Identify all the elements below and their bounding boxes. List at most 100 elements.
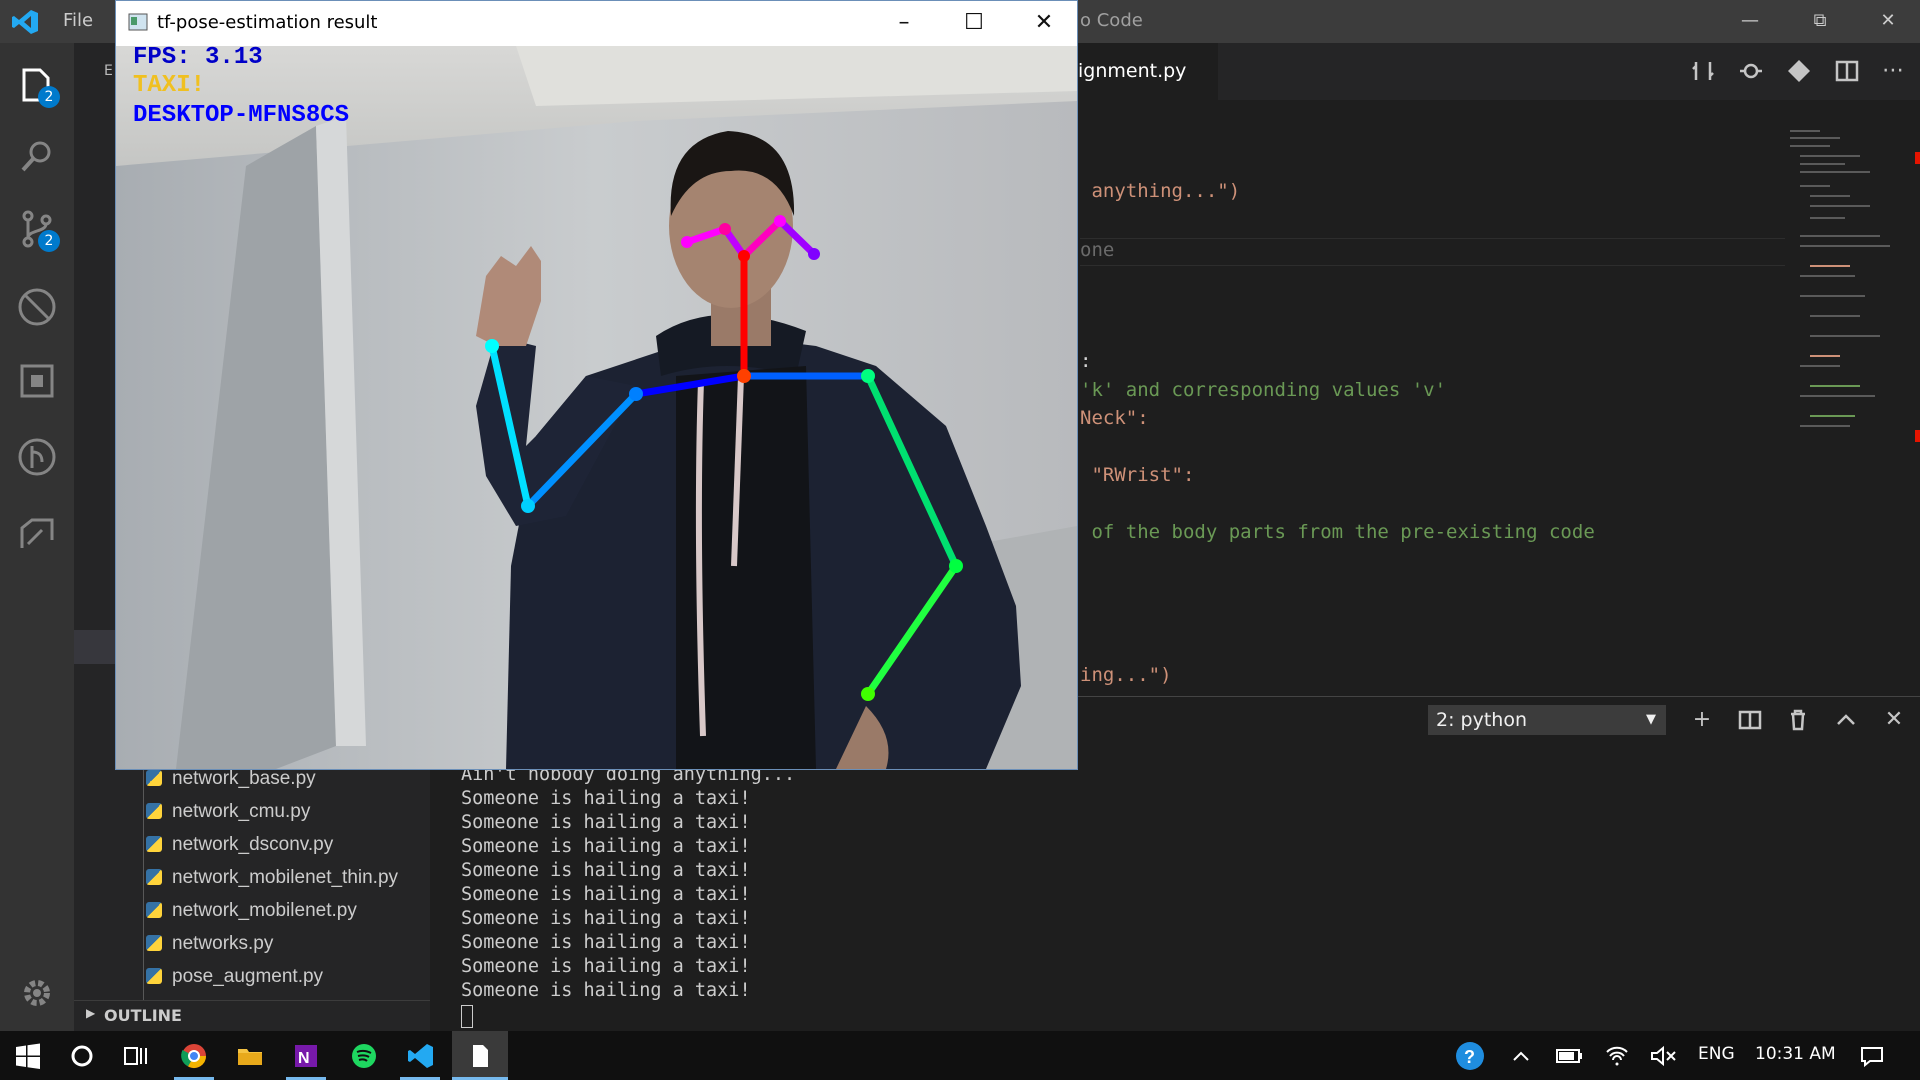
file-explorer-icon[interactable] [230, 1036, 270, 1076]
status-overlay: TAXI! [133, 72, 206, 99]
code-line: "RWrist": [1080, 464, 1195, 486]
scrollbar-error-marker [1915, 152, 1920, 164]
current-line-highlight [1080, 238, 1785, 266]
vscode-taskbar-icon[interactable] [400, 1036, 440, 1076]
editor-tab-active[interactable]: ignment.py ✕ [1078, 43, 1218, 139]
search-icon[interactable] [14, 134, 60, 180]
tree-indent-guide [143, 760, 144, 1000]
file-item[interactable]: pose_augment.py [146, 962, 323, 992]
window-title: o Code [1080, 10, 1143, 31]
new-terminal-icon[interactable]: + [1688, 706, 1716, 734]
explorer-badge: 2 [38, 86, 60, 108]
file-name: network_cmu.py [172, 801, 311, 822]
spotify-icon[interactable] [344, 1036, 384, 1076]
file-name: networks.py [172, 933, 274, 954]
source-control-icon[interactable]: 2 [14, 206, 60, 252]
code-line: ing...") [1080, 664, 1172, 686]
wifi-icon[interactable] [1597, 1036, 1637, 1076]
gitlens-icon[interactable] [14, 434, 60, 480]
action-center-icon[interactable] [1852, 1036, 1892, 1076]
file-name: pose_augment.py [172, 966, 324, 987]
chevron-up-icon[interactable] [1501, 1036, 1541, 1076]
fps-overlay: FPS: 3.13 [133, 46, 263, 71]
outline-section[interactable]: ▶ OUTLINE [74, 1000, 430, 1031]
scm-badge: 2 [38, 230, 60, 252]
pose-close-button[interactable]: ✕ [1024, 8, 1064, 38]
windows-start-icon[interactable] [8, 1036, 48, 1076]
minimap[interactable] [1790, 125, 1900, 455]
menu-file[interactable]: File [63, 10, 93, 31]
git-branch-icon[interactable] [1786, 58, 1812, 84]
restore-button[interactable]: ⧉ [1800, 6, 1840, 36]
split-editor-icon[interactable] [1834, 58, 1860, 84]
pose-window-title: tf-pose-estimation result [157, 12, 378, 33]
svg-text:N: N [298, 1050, 310, 1067]
code-line: anything...") [1080, 180, 1241, 202]
chrome-icon[interactable] [174, 1036, 214, 1076]
minimize-button[interactable]: — [1730, 6, 1770, 36]
split-terminal-icon[interactable] [1736, 706, 1764, 734]
battery-icon[interactable] [1549, 1036, 1589, 1076]
settings-gear-icon[interactable] [14, 970, 60, 1016]
file-name: network_base.py [172, 768, 316, 789]
onenote-icon[interactable]: N [286, 1036, 326, 1076]
volume-muted-icon[interactable] [1642, 1036, 1682, 1076]
code-line: Neck": [1080, 407, 1149, 429]
vscode-logo-icon [12, 10, 38, 34]
compare-changes-icon[interactable] [1690, 58, 1716, 84]
task-view-icon[interactable] [116, 1036, 156, 1076]
explorer-header: E [104, 63, 113, 79]
python-window-icon[interactable] [460, 1036, 500, 1076]
file-item[interactable]: networks.py [146, 929, 273, 959]
file-name: network_mobilenet_thin.py [172, 867, 399, 888]
code-line: 'k' and corresponding values 'v' [1080, 379, 1447, 401]
help-icon[interactable]: ? [1450, 1036, 1490, 1076]
terminal-line: Someone is hailing a taxi! [461, 980, 751, 1001]
outline-label: OUTLINE [104, 1006, 182, 1025]
file-name: network_dsconv.py [172, 834, 334, 855]
open-changes-icon[interactable] [1738, 58, 1764, 84]
trash-icon[interactable] [1784, 706, 1812, 734]
python-file-icon [146, 836, 162, 852]
clock[interactable]: 10:31 AM [1755, 1044, 1836, 1064]
code-line: : [1080, 350, 1092, 372]
terminal-line: Someone is hailing a taxi! [461, 956, 751, 977]
app-window-icon [128, 13, 148, 31]
terminal-line: Someone is hailing a taxi! [461, 932, 751, 953]
file-item[interactable]: network_mobilenet.py [146, 896, 357, 926]
dropdown-caret-icon: ▼ [1646, 712, 1656, 727]
debug-icon[interactable] [14, 284, 60, 330]
file-item[interactable]: network_dsconv.py [146, 830, 333, 860]
host-overlay: DESKTOP-MFNS8CS [133, 102, 350, 129]
extensions-icon[interactable] [14, 358, 60, 404]
scrollbar-error-marker [1915, 430, 1920, 442]
camera-frame: FPS: 3.13 TAXI! DESKTOP-MFNS8CS [116, 46, 1077, 769]
svg-text:?: ? [1464, 1047, 1475, 1067]
close-panel-icon[interactable]: ✕ [1880, 706, 1908, 734]
file-item[interactable]: network_mobilenet_thin.py [146, 863, 398, 893]
python-file-icon [146, 968, 162, 984]
code-line: one [1080, 239, 1115, 261]
file-name: network_mobilenet.py [172, 900, 357, 921]
pose-maximize-button[interactable]: ☐ [954, 8, 994, 38]
terminal-select-value: 2: python [1436, 709, 1527, 731]
camera-image [116, 46, 1077, 769]
terminal-select[interactable]: 2: python ▼ [1428, 705, 1666, 735]
python-file-icon [146, 902, 162, 918]
close-button[interactable]: ✕ [1868, 6, 1908, 36]
terminal-line: Someone is hailing a taxi! [461, 836, 751, 857]
cortana-icon[interactable] [62, 1036, 102, 1076]
python-file-icon [146, 935, 162, 951]
python-file-icon [146, 869, 162, 885]
pose-minimize-button[interactable]: – [884, 8, 924, 38]
python-file-icon [146, 770, 162, 786]
file-item[interactable]: network_cmu.py [146, 797, 310, 827]
explorer-icon[interactable]: 2 [14, 62, 60, 108]
chevron-right-icon: ▶ [86, 1006, 96, 1020]
maximize-panel-icon[interactable] [1832, 706, 1860, 734]
input-language[interactable]: ENG [1698, 1044, 1735, 1064]
live-share-icon[interactable] [14, 510, 60, 556]
terminal-line: Someone is hailing a taxi! [461, 908, 751, 929]
more-actions-icon[interactable]: ⋯ [1882, 58, 1908, 84]
terminal-cursor [461, 1005, 473, 1028]
